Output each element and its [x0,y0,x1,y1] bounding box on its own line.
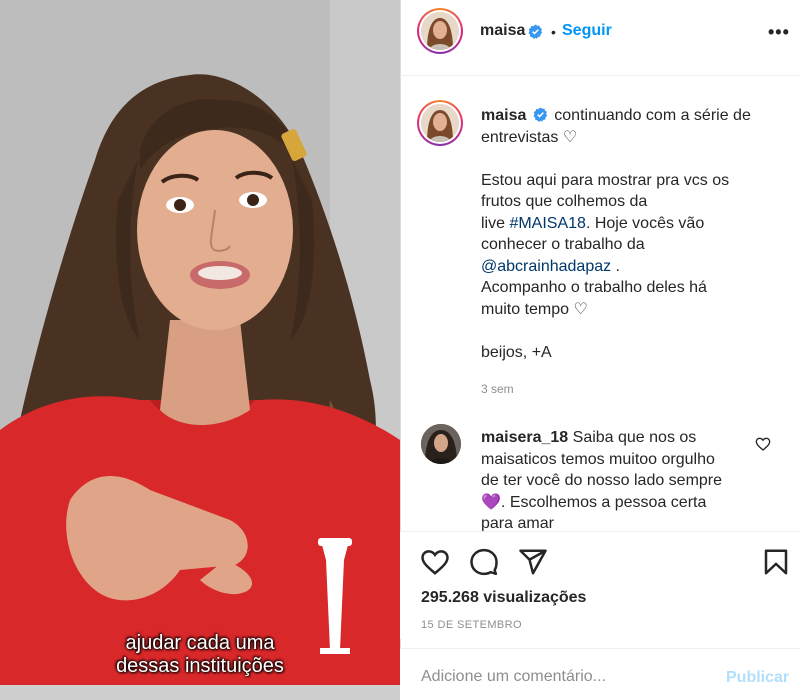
author-avatar[interactable] [417,8,463,54]
caption-text: . Hoje vocês vão [585,214,705,232]
hashtag-link[interactable]: #MAISA18 [509,215,585,232]
comment-text: maisaticos temos muitoo orgulho [481,450,715,468]
comment-text: Saiba que nos os [572,429,697,446]
verified-badge-icon [528,24,543,39]
view-count[interactable]: 295.268 visualizações [421,589,586,607]
video-subtitle-line-2: dessas instituições [116,655,284,677]
comment-like-icon[interactable] [755,436,771,452]
video-player[interactable]: ajudar cada uma dessas instituições [0,0,400,700]
comment-input[interactable] [421,668,711,686]
caption-text: live [481,214,510,232]
caption-author-username[interactable]: maisa [481,107,526,124]
caption-text: conhecer o trabalho da [481,236,645,253]
commenter-avatar[interactable] [421,424,461,464]
caption-text: continuando com a série de [554,107,751,124]
post-caption: maisa continuando com a série de entrevi… [481,105,781,363]
caption-text: muito tempo ♡ [481,300,588,318]
caption-text: entrevistas ♡ [481,128,578,146]
verified-badge-icon [533,107,547,122]
follow-button[interactable]: Seguir [562,22,612,40]
caption-text: Acompanho o trabalho deles há [481,279,707,296]
video-frame [0,0,400,700]
post-date[interactable]: 15 DE SETEMBRO [421,619,522,631]
more-options-icon[interactable]: ••• [768,22,790,43]
purple-heart-emoji: 💜 [481,493,501,511]
publish-button[interactable]: Publicar [726,669,789,687]
heart-icon[interactable] [420,547,450,577]
share-icon[interactable] [518,547,548,577]
commenter-username[interactable]: maisera_18 [481,429,568,446]
comment-item: maisera_18 Saiba que nos os maisaticos t… [481,427,751,535]
post-dialog: ajudar cada uma dessas instituições mais… [0,0,800,700]
caption-text: frutos que colhemos da [481,193,648,210]
mention-link[interactable]: @abcrainhadapaz [481,258,611,275]
author-username[interactable]: maisa [480,22,525,40]
caption-text: . [611,257,620,275]
save-icon[interactable] [761,547,791,577]
video-subtitle-line-1: ajudar cada uma [125,632,275,654]
caption-timestamp[interactable]: 3 sem [481,382,514,396]
header-separator: • [551,24,556,40]
caption-author-avatar[interactable] [417,100,463,146]
comment-text: . Escolhemos a pessoa certa [500,493,707,511]
comment-icon[interactable] [469,547,499,577]
caption-text: beijos, +A [481,343,552,361]
caption-text: Estou aqui para mostrar pra vcs os [481,171,730,189]
comment-text: de ter você do nosso lado sempre [481,472,723,489]
